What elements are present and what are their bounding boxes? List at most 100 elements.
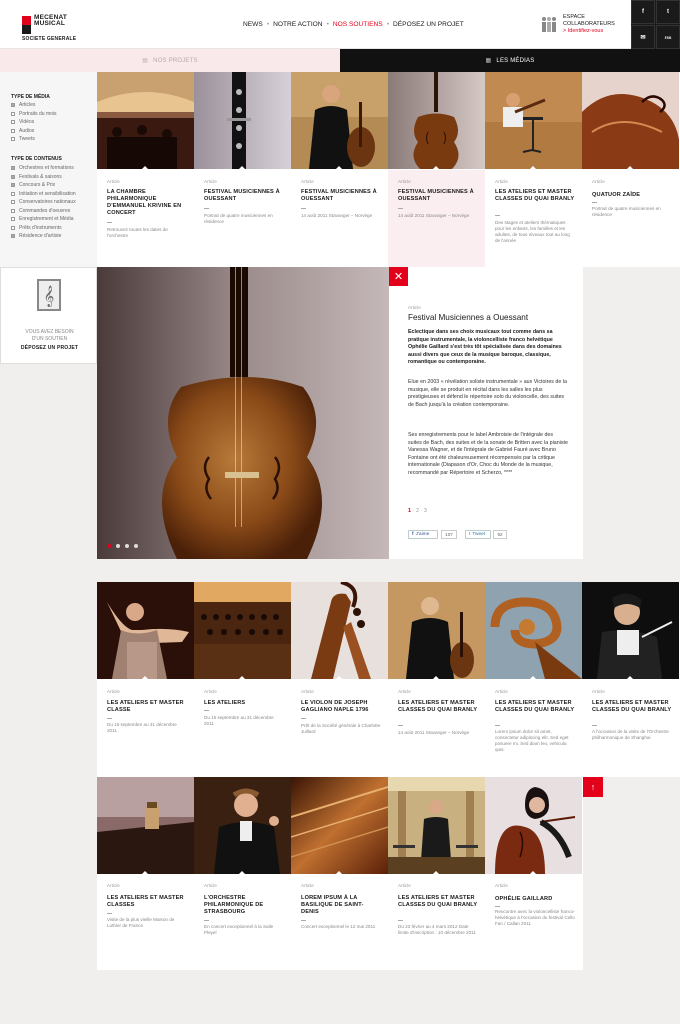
card-type: Article	[204, 179, 217, 184]
filter-label: Commandes d'oeuvres	[19, 207, 71, 214]
thumbnail	[388, 582, 485, 679]
card-type: Article	[301, 689, 314, 694]
card-title: LES ATELIERS ET MASTER CLASSES DU QUAI B…	[495, 189, 575, 202]
checkbox[interactable]	[11, 191, 15, 196]
checkbox[interactable]	[11, 166, 15, 170]
nav-separator: •	[386, 21, 390, 28]
thumbnail	[291, 72, 388, 169]
filter-content-item[interactable]: Initiation et sensibilisation	[11, 191, 76, 197]
grid-icon: ▦	[142, 58, 149, 64]
filter-content-item[interactable]: Enregistrement et Média	[11, 216, 73, 222]
checkbox[interactable]	[11, 103, 15, 107]
filter-content-item[interactable]: Commandes d'oeuvres	[11, 208, 70, 214]
checkbox[interactable]	[11, 234, 15, 238]
logo-black-square	[22, 25, 31, 34]
checkbox[interactable]	[11, 111, 15, 116]
filter-label: Orchestres et formations	[19, 165, 74, 171]
checkbox[interactable]	[11, 137, 15, 141]
slide-dot[interactable]	[125, 544, 129, 548]
card-title: LOREM IPSUM À LA BASILIQUE DE SAINT-DENI…	[301, 895, 364, 915]
twitter-icon: t	[469, 532, 471, 537]
thumbnail	[291, 777, 388, 874]
tab-les-medias[interactable]: ▦ LES MÉDIAS	[340, 49, 680, 72]
tweet-button[interactable]: t Tweet	[465, 530, 491, 539]
filter-media-tweets[interactable]: Tweets	[11, 136, 35, 142]
filter-content-item[interactable]: Concours & Prix	[11, 182, 55, 188]
project-cta-box[interactable]: 𝄞 VOUS AVEZ BESOIN D'UN SOUTIEN DÉPOSEZ U…	[0, 267, 97, 364]
espace-line2: COLLABORATEURS	[563, 20, 615, 27]
filter-media-portraits[interactable]: Portraits du mois	[11, 111, 57, 117]
slide-dot[interactable]	[134, 544, 138, 548]
twitter-icon[interactable]: t	[656, 0, 680, 24]
filter-content-item[interactable]: Orchestres et formations	[11, 165, 74, 171]
thumbnail	[97, 72, 194, 169]
filter-media-videos[interactable]: Vidéos	[11, 119, 34, 125]
facebook-icon[interactable]: f	[631, 0, 655, 24]
card-desc: 14 août 2011 Stavanger – Norvège	[398, 730, 470, 735]
card-type: Article	[592, 689, 605, 694]
nav-separator: •	[266, 21, 270, 28]
featured-panel: Article Festival Musiciennes a Ouessant …	[389, 267, 583, 559]
card-desc: 14 août 2011 Stavanger – Norvège	[398, 213, 470, 218]
espace-collaborateurs[interactable]: ESPACE COLLABORATEURS > Identifiez-vous	[540, 14, 630, 36]
checkbox[interactable]	[11, 225, 15, 230]
tab-nos-projets[interactable]: ▦ NOS PROJETS	[0, 49, 340, 72]
filter-heading-media: TYPE DE MÉDIA	[11, 94, 50, 100]
checkbox[interactable]	[11, 200, 15, 204]
card-desc: A l'occasion de la visite de l'Orchestre…	[592, 729, 669, 740]
logo-subtitle: SOCIETE GENERALE	[22, 36, 77, 42]
filter-label: Concours & Prix	[19, 182, 56, 188]
article-lead: Eclectique dans ses choix musicaux tout …	[408, 329, 562, 366]
thumbnail	[388, 777, 485, 874]
logo-line2: MUSICAL	[34, 20, 66, 28]
svg-text:𝄞: 𝄞	[44, 286, 55, 307]
checkbox[interactable]	[11, 120, 15, 124]
email-icon[interactable]: ✉	[631, 25, 655, 49]
checkbox[interactable]	[11, 217, 15, 221]
filter-media-articles[interactable]: Articles	[11, 102, 35, 108]
page-1[interactable]: 1	[408, 508, 411, 514]
thumbnail	[582, 72, 679, 169]
filter-heading-content: TYPE DE CONTENUS	[11, 156, 62, 162]
filter-media-audios[interactable]: Audios	[11, 128, 34, 134]
card-type: Article	[301, 883, 314, 888]
nav-nos-soutiens[interactable]: NOS SOUTIENS	[333, 21, 383, 28]
filter-label: Enregistrement et Média	[19, 216, 74, 222]
card-title: LES ATELIERS	[204, 700, 246, 706]
tab-les-medias-label: LES MÉDIAS	[496, 57, 535, 64]
like-count: 107	[441, 530, 457, 539]
brand-logo[interactable]: MECENAT MUSICAL SOCIETE GENERALE	[22, 14, 80, 42]
page-3[interactable]: 3	[424, 508, 427, 514]
filter-content-item[interactable]: Conservatoires nationaux	[11, 199, 76, 205]
card-title: LE VIOLON DE JOSEPH GAGLIANO NAPLE 1796	[301, 700, 369, 713]
facebook-like-button[interactable]: f J'aime	[408, 530, 438, 539]
card-type: Article	[107, 883, 120, 888]
back-to-top-icon[interactable]: ↑	[583, 777, 603, 797]
article-paragraph: Elue en 2003 « révélation soliste instru…	[408, 379, 567, 408]
login-link[interactable]: > Identifiez-vous	[563, 28, 603, 34]
deposez-projet-link[interactable]: DÉPOSEZ UN PROJET	[1, 345, 98, 351]
section-tabs: ▦ NOS PROJETS ▦ LES MÉDIAS	[0, 49, 680, 72]
thumbnail	[582, 582, 679, 679]
checkbox[interactable]	[11, 128, 15, 133]
featured-article: Article Festival Musiciennes a Ouessant …	[97, 267, 583, 559]
checkbox[interactable]	[11, 183, 15, 187]
checkbox[interactable]	[11, 174, 15, 179]
grid-icon: ▦	[485, 58, 492, 64]
checkbox[interactable]	[11, 208, 15, 213]
filter-content-item[interactable]: Résidence d'artiste	[11, 233, 61, 239]
slide-dot[interactable]	[107, 544, 111, 548]
close-icon[interactable]: ✕	[389, 267, 408, 286]
filter-content-item[interactable]: Festivals & saisons	[11, 174, 62, 180]
page-2[interactable]: 2	[416, 508, 419, 514]
thumbnail	[194, 582, 291, 679]
slide-dot[interactable]	[116, 544, 120, 548]
nav-news[interactable]: NEWS	[243, 21, 263, 28]
nav-deposez-projet[interactable]: DÉPOSEZ UN PROJET	[393, 21, 464, 28]
rss-icon[interactable]: rss	[656, 25, 680, 49]
filter-content-item[interactable]: Prêts d'instruments	[11, 225, 62, 231]
nav-notre-action[interactable]: NOTRE ACTION	[273, 21, 322, 28]
card-title: OPHÉLIE GAILLARD	[495, 896, 553, 902]
card-type: Article	[107, 179, 120, 184]
nav-separator: •	[326, 21, 329, 28]
